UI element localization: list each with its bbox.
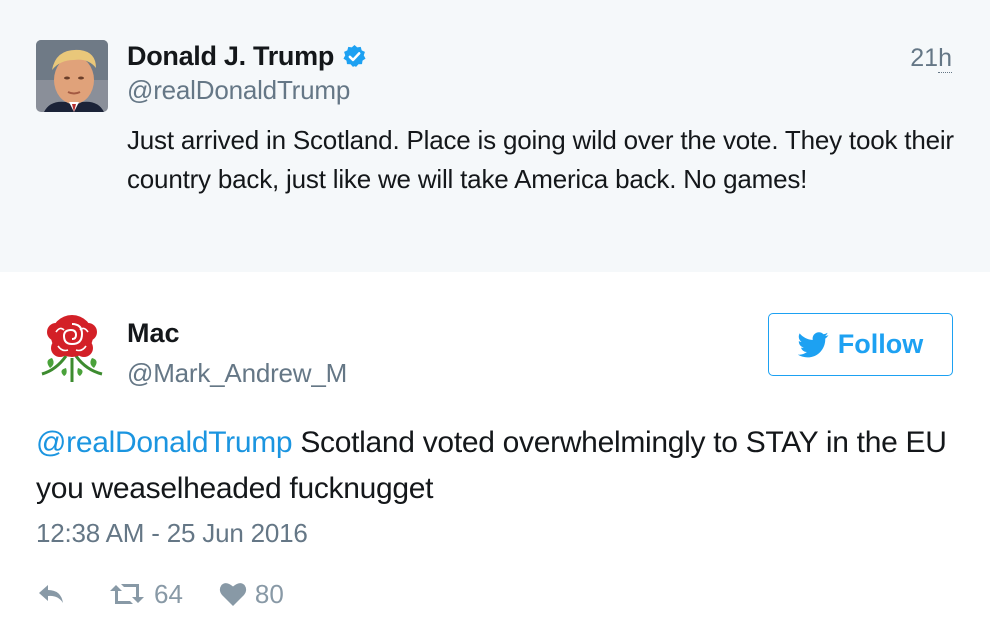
follow-button[interactable]: Follow <box>768 313 953 376</box>
parent-tweet[interactable]: Donald J. Trump @realDonaldTrump 21h Jus… <box>0 0 990 272</box>
tweet-text: @realDonaldTrump Scotland voted overwhel… <box>36 420 966 512</box>
bird-icon <box>797 331 829 357</box>
tweet-timestamp[interactable]: 12:38 AM - 25 Jun 2016 <box>36 518 308 549</box>
verified-badge-icon <box>342 44 367 69</box>
heart-icon <box>219 583 247 606</box>
parent-author-name[interactable]: Donald J. Trump <box>127 41 334 72</box>
tweet-screenshot: Donald J. Trump @realDonaldTrump 21h Jus… <box>0 0 990 638</box>
tweet-actions: 64 80 <box>36 574 284 614</box>
parent-name-row: Donald J. Trump <box>127 41 367 72</box>
parent-time-ago[interactable]: 21h <box>910 44 952 73</box>
parent-time-ago-head: 21 <box>910 44 939 72</box>
author-handle[interactable]: @Mark_Andrew_M <box>127 358 347 389</box>
retweet-count: 64 <box>154 578 183 609</box>
parent-author-handle[interactable]: @realDonaldTrump <box>127 75 350 106</box>
author-name[interactable]: Mac <box>127 318 180 349</box>
red-rose-icon[interactable] <box>36 312 108 384</box>
parent-time-ago-tail: h <box>938 44 952 73</box>
mention-link[interactable]: @realDonaldTrump <box>36 426 293 459</box>
follow-button-label: Follow <box>837 329 924 359</box>
reply-button[interactable] <box>36 582 72 606</box>
reply-icon <box>39 585 63 603</box>
retweet-icon <box>110 584 144 604</box>
parent-tweet-text: Just arrived in Scotland. Place is going… <box>127 125 954 194</box>
parent-avatar[interactable] <box>36 40 108 112</box>
like-count: 80 <box>254 578 284 609</box>
retweet-button[interactable]: 64 <box>108 579 183 610</box>
like-button[interactable]: 80 <box>219 579 284 610</box>
